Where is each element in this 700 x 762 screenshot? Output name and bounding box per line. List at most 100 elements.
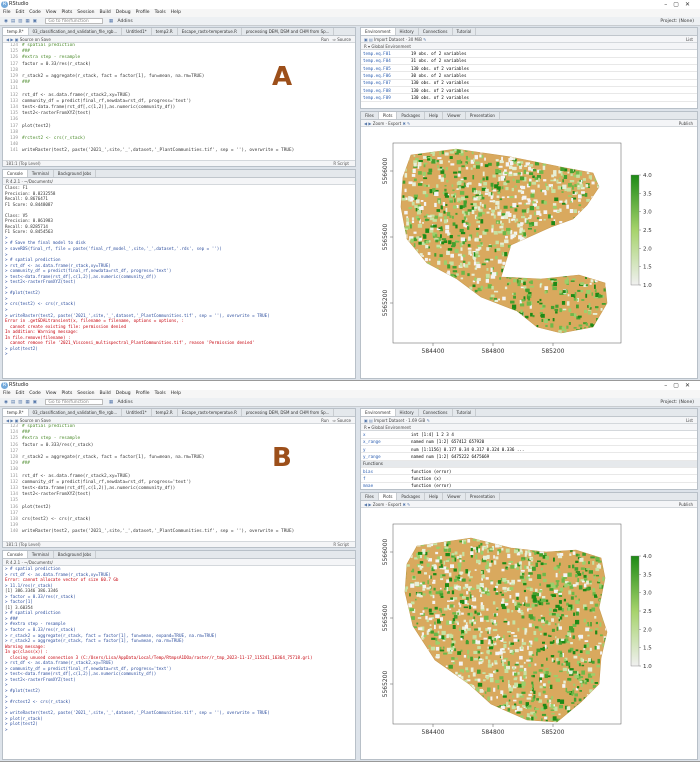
tab-processing-dem-dsm-and-chm-from-sp[interactable]: processing DEM, DSM and CHM from Sp... (242, 28, 335, 35)
remove-plot-icon[interactable]: ✖ ✎ (402, 121, 410, 126)
env-row[interactable]: temp.eq.F07 130 obs. of 2 variables (361, 79, 697, 88)
tab-packages[interactable]: Packages (397, 112, 426, 119)
menu-debug[interactable]: Debug (116, 9, 131, 17)
nav-arrows-icon[interactable]: ◀ ▶ (364, 502, 373, 507)
env-row[interactable]: f function (x) (361, 474, 697, 483)
menu-plots[interactable]: Plots (61, 390, 72, 398)
env-row[interactable]: y num [1:1156] 0.177 0.34 0.317 0.324 0.3… (361, 445, 697, 454)
menu-file[interactable]: File (3, 390, 11, 398)
env-row[interactable]: temp.eq.F05 130 obs. of 2 variables (361, 64, 697, 73)
publish-button[interactable]: Publish (679, 501, 693, 507)
tab-presentation[interactable]: Presentation (466, 493, 500, 500)
tab-escape-rasts-temperatue-r[interactable]: Escape_rasts-temperatue.R (178, 28, 242, 35)
import-dataset-menu[interactable]: Import Dataset (374, 418, 404, 423)
addins-menu[interactable]: Addins (118, 19, 133, 24)
env-row[interactable]: y_range named num [1:2] 6475222 6475669 (361, 452, 697, 461)
project-menu[interactable]: Project: (None) (660, 17, 694, 26)
file-type[interactable]: R Script (333, 161, 349, 166)
console-output[interactable]: Class: F1 Precision: 0.8232558 Recall: 0.8… (3, 185, 355, 357)
tab-help[interactable]: Help (425, 493, 444, 500)
tab-help[interactable]: Help (425, 112, 444, 119)
list-view-menu[interactable]: List (686, 417, 693, 423)
grid-icon[interactable]: ▦ (109, 19, 116, 24)
menu-edit[interactable]: Edit (16, 9, 25, 17)
tab-viewer[interactable]: Viewer (443, 493, 466, 500)
menu-file[interactable]: File (3, 9, 11, 17)
open-icon[interactable]: ▣ ▤ (364, 418, 374, 423)
tab-environment[interactable]: Environment (361, 28, 396, 35)
tab-temp2-r[interactable]: temp2.R (152, 28, 178, 35)
tab-history[interactable]: History (396, 409, 419, 416)
tab-untitled1[interactable]: Untitled1* (122, 28, 152, 35)
broom-icon[interactable]: ✎ (423, 37, 426, 42)
env-row[interactable]: x_range named num [1:2] 657412 657920 (361, 438, 697, 447)
menu-profile[interactable]: Profile (136, 9, 150, 17)
zoom-button[interactable]: Zoom (373, 502, 385, 507)
menu-tools[interactable]: Tools (155, 390, 166, 398)
back-icon[interactable]: ◀ ▶ (6, 37, 15, 42)
menu-help[interactable]: Help (171, 390, 181, 398)
project-menu[interactable]: Project: (None) (660, 398, 694, 407)
tab-escape-rasts-temperatue-r[interactable]: Escape_rasts-temperatue.R (178, 409, 242, 416)
zoom-button[interactable]: Zoom (373, 121, 385, 126)
tab-temp-r[interactable]: temp.R* (3, 28, 29, 35)
menu-help[interactable]: Help (171, 9, 181, 17)
env-row[interactable]: bias function (error) (361, 467, 697, 476)
menu-code[interactable]: Code (29, 390, 41, 398)
window-controls[interactable]: –▢✕ (664, 0, 696, 9)
env-row[interactable]: mnae function (error) (361, 482, 697, 489)
tab-background-jobs[interactable]: Background Jobs (54, 170, 97, 177)
file-type[interactable]: R Script (333, 542, 349, 547)
goto-file-input[interactable]: Go to file/function (45, 398, 104, 405)
tab-viewer[interactable]: Viewer (443, 112, 466, 119)
tab-plots[interactable]: Plots (378, 493, 398, 500)
source-button[interactable]: Source (337, 37, 351, 42)
env-row[interactable]: temp.eq.F06 30 obs. of 2 variables (361, 71, 697, 80)
tab-plots[interactable]: Plots (378, 112, 398, 119)
import-dataset-menu[interactable]: Import Dataset (374, 37, 404, 42)
menu-tools[interactable]: Tools (155, 9, 166, 17)
menu-debug[interactable]: Debug (116, 390, 131, 398)
env-row[interactable]: Functions (361, 460, 697, 469)
addins-menu[interactable]: Addins (118, 400, 133, 405)
menu-plots[interactable]: Plots (61, 9, 72, 17)
tab-terminal[interactable]: Terminal (28, 170, 54, 177)
menu-view[interactable]: View (46, 390, 57, 398)
tab-console[interactable]: Console (3, 170, 28, 177)
env-row[interactable]: x int [1:4] 1 2 3 4 (361, 431, 697, 439)
env-row[interactable]: temp.eq.F01 19 obs. of 2 variables (361, 50, 697, 58)
open-icon[interactable]: ▣ ▤ (364, 37, 374, 42)
goto-file-input[interactable]: Go to file/function (45, 17, 104, 24)
source-on-save-checkbox[interactable]: Source on Save (20, 37, 51, 42)
tab-temp-r[interactable]: temp.R* (3, 409, 29, 416)
tab-tutorial[interactable]: Tutorial (453, 409, 477, 416)
menu-edit[interactable]: Edit (16, 390, 25, 398)
tab-temp2-r[interactable]: temp2.R (152, 409, 178, 416)
toolbar-icons[interactable]: ◉▤▥▦▣ (4, 400, 40, 405)
code-editor[interactable]: 123 # spatial prediction 124 ### 125 #extra s… (3, 424, 355, 536)
menu-code[interactable]: Code (29, 9, 41, 17)
window-controls[interactable]: –▢✕ (664, 381, 696, 390)
global-environment-dropdown[interactable]: Global Environment (371, 44, 411, 49)
menu-view[interactable]: View (46, 9, 57, 17)
tab-files[interactable]: Files (361, 493, 379, 500)
source-button[interactable]: Source (337, 418, 351, 423)
export-button[interactable]: Export (388, 121, 401, 126)
export-button[interactable]: Export (388, 502, 401, 507)
run-button[interactable]: Run (321, 37, 329, 42)
source-on-save-checkbox[interactable]: Source on Save (20, 418, 51, 423)
global-environment-dropdown[interactable]: Global Environment (371, 425, 411, 430)
menu-profile[interactable]: Profile (136, 390, 150, 398)
back-icon[interactable]: ◀ ▶ (6, 418, 15, 423)
tab-03-classification-and-validation-file-rgb[interactable]: 03_classification_and_validation_file_rg… (29, 28, 123, 35)
env-row[interactable]: temp.eq.F04 31 obs. of 2 variables (361, 57, 697, 66)
tab-background-jobs[interactable]: Background Jobs (54, 551, 97, 558)
env-row[interactable]: temp.eq.F08 130 obs. of 2 variables (361, 86, 697, 95)
list-view-menu[interactable]: List (686, 36, 693, 42)
menu-build[interactable]: Build (99, 390, 110, 398)
tab-untitled1[interactable]: Untitled1* (122, 409, 152, 416)
broom-icon[interactable]: ✎ (427, 418, 430, 423)
remove-plot-icon[interactable]: ✖ ✎ (402, 502, 410, 507)
publish-button[interactable]: Publish (679, 120, 693, 126)
tab-processing-dem-dsm-and-chm-from-sp[interactable]: processing DEM, DSM and CHM from Sp... (242, 409, 335, 416)
